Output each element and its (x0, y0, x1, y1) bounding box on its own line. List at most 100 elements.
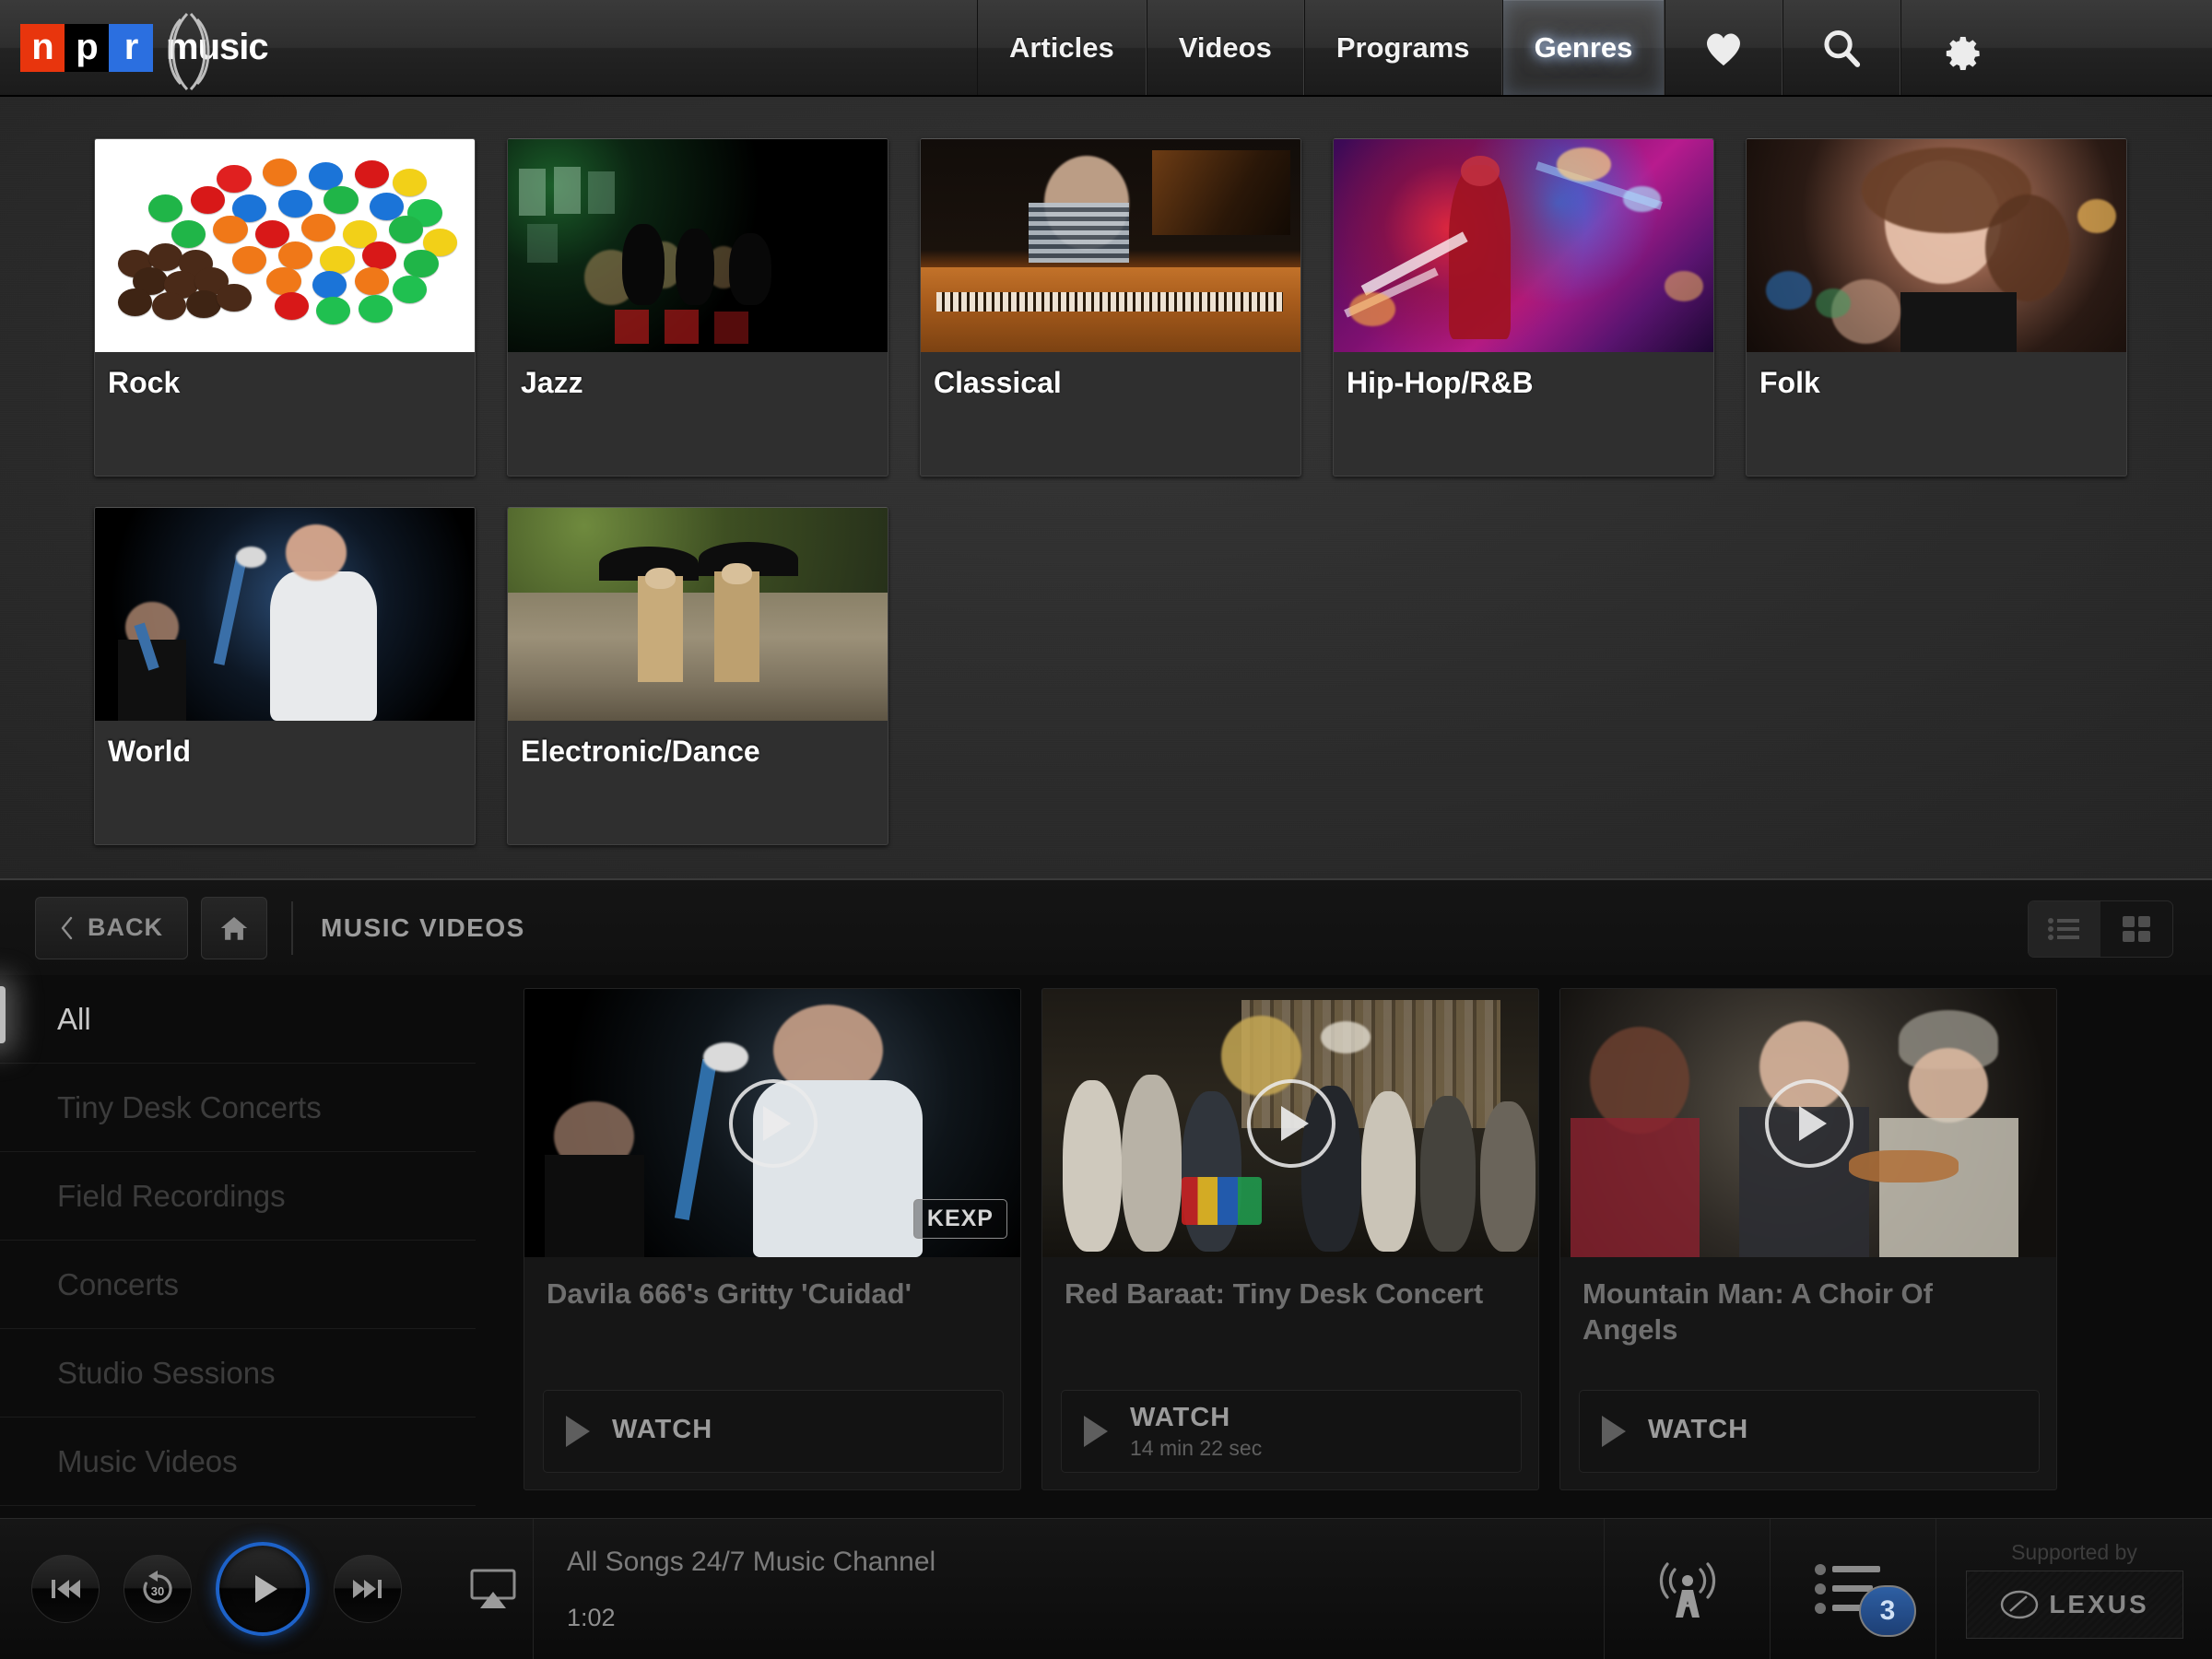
rewind-30-icon: 30 (143, 1571, 172, 1604)
genre-thumbnail (508, 508, 888, 721)
nav-tabs: Articles Videos Programs Genres (977, 0, 2018, 95)
genre-label: Electronic/Dance (521, 735, 760, 768)
classical-artwork (921, 139, 1300, 352)
now-playing-title: All Songs 24/7 Music Channel (566, 1546, 936, 1577)
transport-controls: 30 (0, 1542, 533, 1636)
genre-thumbnail (508, 139, 888, 352)
back-button-label: BACK (88, 913, 163, 941)
sponsor-block: Supported by LEXUS (1936, 1518, 2212, 1659)
npr-letter-p: p (65, 23, 109, 72)
airplay-button[interactable] (453, 1555, 533, 1623)
world-artwork (95, 508, 475, 721)
genre-card-rock[interactable]: Rock (94, 138, 476, 477)
genre-card-hiphop[interactable]: Hip-Hop/R&B (1333, 138, 1714, 477)
genre-thumbnail (95, 508, 475, 721)
play-triangle-icon (1084, 1416, 1108, 1447)
next-track-button[interactable] (334, 1555, 402, 1623)
source-badge: KEXP (912, 1199, 1007, 1239)
view-toggle-group (2028, 900, 2173, 958)
back-button[interactable]: BACK (35, 896, 188, 959)
genre-label: Jazz (521, 366, 583, 399)
sidebar-item-tiny-desk-concerts[interactable]: Tiny Desk Concerts (0, 1064, 476, 1152)
watch-button-text: WATCH (612, 1415, 712, 1448)
npr-music-app: n p r music Articles Videos Programs Gen… (0, 0, 2212, 1659)
watch-button-text: WATCH 14 min 22 sec (1130, 1403, 1262, 1461)
sidebar-item-music-videos[interactable]: Music Videos (0, 1418, 476, 1506)
genre-card-jazz[interactable]: Jazz (507, 138, 888, 477)
previous-track-button[interactable] (31, 1555, 100, 1623)
genre-label: Folk (1759, 366, 1820, 399)
svg-text:30: 30 (151, 1584, 164, 1598)
category-sidebar: All Tiny Desk Concerts Field Recordings … (0, 975, 476, 1506)
tab-genres[interactable]: Genres (1501, 0, 1665, 95)
watch-label: WATCH (1648, 1415, 1749, 1444)
subnav-divider (291, 900, 293, 955)
video-thumbnail[interactable] (1042, 989, 1538, 1257)
genre-thumbnail (1747, 139, 2126, 352)
tab-articles[interactable]: Articles (977, 0, 1147, 95)
sidebar-item-studio-sessions[interactable]: Studio Sessions (0, 1329, 476, 1418)
video-card[interactable]: KEXP Davila 666's Gritty 'Cuidad' WATCH (524, 988, 1021, 1490)
grid-view-icon (2123, 916, 2150, 942)
next-track-icon (353, 1580, 382, 1598)
genre-card-world[interactable]: World (94, 507, 476, 845)
genre-card-folk[interactable]: Folk (1746, 138, 2127, 477)
video-card[interactable]: Red Baraat: Tiny Desk Concert WATCH 14 m… (1041, 988, 1539, 1490)
sub-navigation-bar: BACK MUSIC VIDEOS (0, 878, 2212, 975)
video-thumbnail[interactable] (1560, 989, 2056, 1257)
music-wordmark: music (166, 12, 269, 91)
top-navigation-bar: n p r music Articles Videos Programs Gen… (0, 0, 2212, 97)
search-icon (1824, 29, 1861, 67)
home-button[interactable] (201, 896, 267, 959)
genre-card-electronic[interactable]: Electronic/Dance (507, 507, 888, 845)
elapsed-time: 1:02 (566, 1603, 616, 1631)
watch-button[interactable]: WATCH (543, 1390, 1004, 1473)
live-radio-button[interactable] (1604, 1518, 1770, 1659)
settings-button[interactable] (1900, 0, 2018, 95)
genre-label: Rock (108, 366, 181, 399)
genre-thumbnail (921, 139, 1300, 352)
video-card[interactable]: Mountain Man: A Choir Of Angels WATCH (1559, 988, 2057, 1490)
chevron-left-icon (61, 916, 73, 939)
npr-music-logo[interactable]: n p r music (0, 0, 977, 95)
list-view-icon (2048, 918, 2079, 940)
previous-track-icon (52, 1580, 80, 1598)
play-overlay-icon (1765, 1078, 1853, 1168)
lexus-logo[interactable]: LEXUS (1965, 1570, 2183, 1639)
genre-grid: Rock Jazz Classical Hip-Hop/R&B Folk Wor… (94, 138, 2149, 845)
gear-icon (1946, 36, 1980, 70)
subnav-title: MUSIC VIDEOS (321, 912, 525, 942)
rewind-30-button[interactable]: 30 (124, 1555, 192, 1623)
play-button[interactable] (216, 1542, 310, 1636)
tab-videos[interactable]: Videos (1146, 0, 1304, 95)
play-overlay-icon (1247, 1078, 1335, 1168)
video-thumbnail[interactable]: KEXP (524, 989, 1020, 1257)
tab-programs[interactable]: Programs (1303, 0, 1502, 95)
video-title: Davila 666's Gritty 'Cuidad' (547, 1277, 912, 1310)
genre-card-classical[interactable]: Classical (920, 138, 1301, 477)
sound-waves-icon (168, 12, 210, 91)
electronic-artwork (508, 508, 888, 721)
sidebar-item-field-recordings[interactable]: Field Recordings (0, 1152, 476, 1241)
grid-view-button[interactable] (2100, 901, 2172, 957)
queue-button[interactable]: 3 (1770, 1518, 1936, 1659)
lexus-emblem-icon (2001, 1590, 2039, 1618)
sidebar-item-all[interactable]: All (0, 975, 476, 1064)
watch-button[interactable]: WATCH (1579, 1390, 2040, 1473)
watch-label: WATCH (612, 1415, 713, 1444)
video-title: Mountain Man: A Choir Of Angels (1583, 1277, 1933, 1346)
watch-duration: 14 min 22 sec (1130, 1435, 1263, 1460)
genre-label: Hip-Hop/R&B (1347, 366, 1534, 399)
player-bar: 30 All Songs 24/7 Music Channel 1:02 3 S… (0, 1518, 2212, 1659)
search-button[interactable] (1783, 0, 1901, 95)
list-view-button[interactable] (2029, 901, 2100, 957)
sidebar-item-concerts[interactable]: Concerts (0, 1241, 476, 1329)
home-icon (220, 916, 248, 940)
play-triangle-icon (566, 1416, 590, 1447)
play-icon (255, 1575, 277, 1603)
video-card-list: KEXP Davila 666's Gritty 'Cuidad' WATCH (524, 988, 2057, 1490)
favorites-button[interactable] (1665, 0, 1783, 95)
watch-button[interactable]: WATCH 14 min 22 sec (1061, 1390, 1522, 1473)
genre-thumbnail (1334, 139, 1713, 352)
video-title: Red Baraat: Tiny Desk Concert (1065, 1277, 1484, 1310)
